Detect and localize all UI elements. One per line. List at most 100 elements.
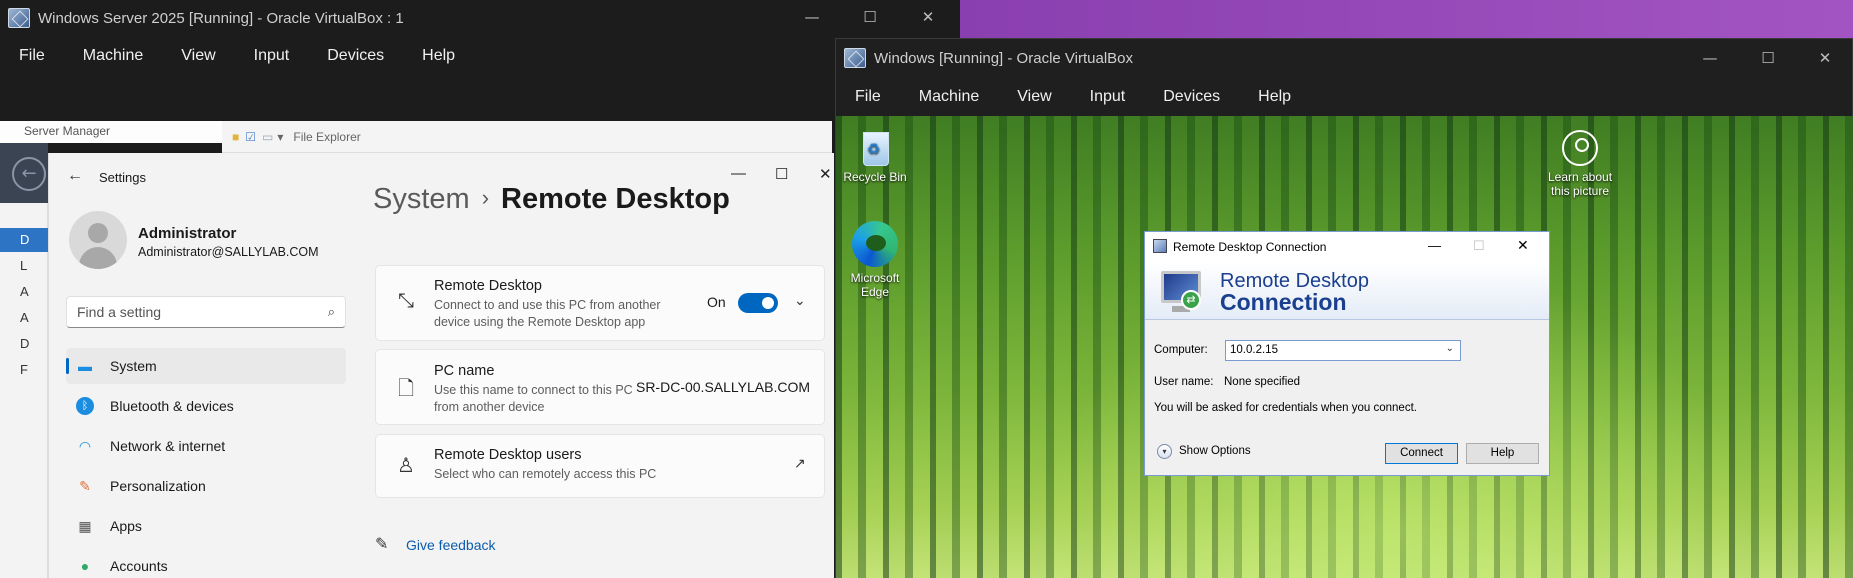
maximize-icon[interactable]: ☐ — [775, 165, 788, 183]
card-subtitle: device using the Remote Desktop app — [434, 315, 646, 329]
minimize-icon[interactable]: — — [1428, 238, 1441, 253]
menu-input[interactable]: Input — [235, 47, 309, 65]
computer-label: Computer: — [1154, 344, 1208, 356]
username-value: None specified — [1224, 376, 1301, 388]
server-nav-ad[interactable]: A — [0, 306, 48, 330]
minimize-icon[interactable]: — — [801, 6, 823, 28]
credentials-note: You will be asked for credentials when y… — [1154, 402, 1417, 414]
help-button[interactable]: Help — [1466, 443, 1539, 464]
edge-icon — [852, 221, 898, 267]
vm2-menubar: File Machine View Input Devices Help — [836, 77, 1853, 117]
server-nav-dashboard[interactable]: D — [0, 228, 48, 252]
nav-item-bluetooth[interactable]: ᛒ Bluetooth & devices — [66, 388, 346, 424]
connect-button[interactable]: Connect — [1385, 443, 1458, 464]
close-icon[interactable]: ✕ — [1814, 47, 1836, 69]
rdc-title: Remote Desktop Connection — [1173, 240, 1327, 254]
close-icon[interactable]: ✕ — [819, 165, 832, 183]
rdc-titlebar[interactable]: Remote Desktop Connection — ☐ ✕ — [1145, 232, 1549, 262]
nav-item-network[interactable]: ◠ Network & internet — [66, 428, 346, 464]
breadcrumb-parent[interactable]: System — [373, 183, 470, 215]
recycle-bin-shortcut[interactable]: Recycle Bin — [840, 126, 910, 184]
avatar — [69, 211, 127, 269]
menu-devices[interactable]: Devices — [1144, 88, 1239, 106]
file-explorer-titlebar[interactable]: ■ ☑ ▭ ▾ File Explorer — [222, 121, 832, 153]
nav-label: Personalization — [110, 478, 206, 494]
card-title: PC name — [434, 363, 495, 379]
computer-combobox[interactable]: 10.0.2.15 ⌄ — [1225, 340, 1461, 361]
rdc-banner: ⇄ Remote Desktop Connection — [1145, 262, 1549, 320]
chevron-down-icon[interactable]: ▾ — [277, 130, 283, 144]
nav-item-system[interactable]: ▬ System — [66, 348, 346, 384]
search-input[interactable]: Find a setting ⌕ — [66, 296, 346, 328]
menu-file[interactable]: File — [836, 88, 900, 106]
close-icon[interactable]: ✕ — [1517, 237, 1529, 254]
username-label: User name: — [1154, 376, 1214, 388]
server-nav-local[interactable]: L — [0, 254, 48, 278]
chevron-down-icon[interactable]: ⌄ — [794, 292, 806, 309]
feedback-icon: ✎ — [375, 536, 389, 553]
remote-desktop-toggle[interactable] — [738, 293, 778, 313]
remote-desktop-card[interactable]: ⤡ Remote Desktop Connect to and use this… — [375, 265, 825, 341]
give-feedback-link[interactable]: Give feedback — [406, 537, 496, 553]
edge-label: Microsoft — [850, 271, 900, 285]
server-manager-titlebar[interactable]: Server Manager — [0, 121, 225, 143]
close-icon[interactable]: ✕ — [917, 6, 939, 28]
nav-item-accounts[interactable]: ● Accounts — [66, 548, 346, 578]
nav-label: System — [110, 358, 157, 374]
recycle-bin-icon — [858, 126, 892, 166]
virtualbox-icon — [8, 8, 30, 28]
external-link-icon[interactable]: ↗ — [794, 455, 806, 472]
virtualbox-icon — [844, 48, 866, 68]
menu-file[interactable]: File — [0, 47, 64, 65]
vm2-title: Windows [Running] - Oracle VirtualBox — [874, 49, 1133, 67]
menu-machine[interactable]: Machine — [900, 88, 998, 106]
edge-shortcut[interactable]: Microsoft Edge — [840, 221, 910, 299]
maximize-icon[interactable]: ☐ — [859, 6, 881, 28]
learn-label: this picture — [1550, 184, 1610, 198]
user-name: Administrator — [138, 225, 237, 242]
menu-help[interactable]: Help — [403, 47, 474, 65]
card-title: Remote Desktop users — [434, 447, 582, 463]
bluetooth-icon: ᛒ — [76, 397, 94, 415]
menu-help[interactable]: Help — [1239, 88, 1310, 106]
menu-view[interactable]: View — [998, 88, 1070, 106]
settings-window: ← Settings — ☐ ✕ Administrator Administr… — [48, 153, 834, 578]
server-nav-file[interactable]: F — [0, 358, 48, 382]
minimize-icon[interactable]: — — [1699, 47, 1721, 69]
remote-desktop-users-card[interactable]: ♙ Remote Desktop users Select who can re… — [375, 434, 825, 498]
computer-value: 10.0.2.15 — [1230, 344, 1278, 356]
breadcrumb: System › Remote Desktop — [373, 183, 730, 216]
learn-about-picture-shortcut[interactable]: Learn about this picture — [1537, 130, 1623, 198]
wifi-icon: ◠ — [78, 438, 92, 454]
brush-icon: ✎ — [79, 478, 91, 494]
rdc-dialog: Remote Desktop Connection — ☐ ✕ ⇄ Remote… — [1144, 231, 1550, 476]
toggle-state-label: On — [707, 294, 726, 310]
maximize-icon: ☐ — [1473, 238, 1485, 253]
remote-desktop-icon: ⤡ — [398, 290, 414, 312]
card-subtitle: Select who can remotely access this PC — [434, 467, 657, 481]
back-arrow-icon[interactable]: ← — [12, 157, 46, 191]
search-placeholder: Find a setting — [77, 304, 162, 320]
menu-devices[interactable]: Devices — [308, 47, 403, 65]
menu-view[interactable]: View — [162, 47, 234, 65]
rdc-app-icon — [1153, 239, 1167, 253]
nav-item-personalization[interactable]: ✎ Personalization — [66, 468, 346, 504]
pc-name-card: 🗋 PC name Use this name to connect to th… — [375, 349, 825, 425]
server-nav-all[interactable]: A — [0, 280, 48, 304]
chevron-down-icon[interactable]: ⌄ — [1446, 343, 1454, 354]
nav-item-apps[interactable]: ▦ Apps — [66, 508, 346, 544]
show-options-label[interactable]: Show Options — [1179, 445, 1251, 457]
menu-machine[interactable]: Machine — [64, 47, 162, 65]
maximize-icon[interactable]: ☐ — [1757, 47, 1779, 69]
file-explorer-title: File Explorer — [293, 129, 361, 144]
card-title: Remote Desktop — [434, 278, 542, 294]
back-arrow-icon[interactable]: ← — [67, 167, 83, 185]
menu-input[interactable]: Input — [1071, 88, 1145, 106]
minimize-icon[interactable]: — — [731, 165, 746, 182]
server-nav-dns[interactable]: D — [0, 332, 48, 356]
card-subtitle: Connect to and use this PC from another — [434, 298, 661, 312]
expand-options-icon[interactable]: ▾ — [1157, 444, 1172, 459]
vm1-menubar: File Machine View Input Devices Help — [0, 36, 474, 76]
accounts-icon: ● — [80, 558, 90, 574]
server-manager-title: Server Manager — [24, 124, 111, 138]
